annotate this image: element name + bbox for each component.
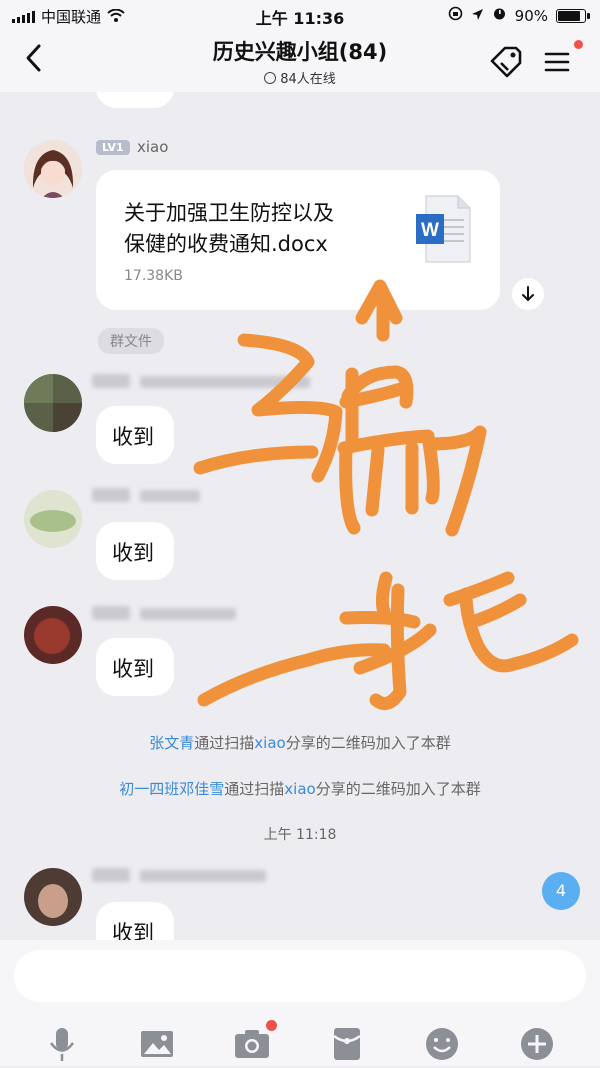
red-packet-button[interactable] bbox=[327, 1024, 367, 1064]
message-input[interactable] bbox=[14, 950, 586, 1002]
file-name-line2: 保健的收费通知.docx bbox=[124, 232, 328, 256]
avatar-member-4[interactable] bbox=[24, 868, 82, 926]
battery-icon bbox=[556, 8, 590, 23]
more-button[interactable] bbox=[517, 1024, 557, 1064]
message-bubble[interactable]: 收到 bbox=[96, 406, 174, 464]
tag-icon bbox=[490, 46, 522, 78]
image-icon bbox=[141, 1031, 173, 1057]
unread-count-badge[interactable]: 4 bbox=[542, 872, 580, 910]
online-icon bbox=[264, 72, 277, 84]
sender-title-redacted bbox=[140, 608, 236, 620]
status-bar: 中国联通 上午 11:36 90% bbox=[0, 0, 600, 30]
sharer-name[interactable]: xiao bbox=[284, 780, 315, 798]
message-bubble[interactable]: 收到 bbox=[96, 638, 174, 696]
file-size: 17.38KB bbox=[124, 268, 183, 284]
notice-text: 分享的二维码加入了本群 bbox=[285, 734, 451, 752]
notice-text: 通过扫描 bbox=[224, 780, 285, 798]
battery-percent: 90% bbox=[514, 6, 548, 25]
avatar-member-1[interactable] bbox=[24, 374, 82, 432]
emoji-button[interactable] bbox=[422, 1024, 462, 1064]
message-list[interactable]: LV1 xiao 关于加强卫生防控以及 保健的收费通知.docx 17.38KB… bbox=[0, 92, 600, 940]
image-button[interactable] bbox=[137, 1024, 177, 1064]
message-bubble-partial bbox=[96, 92, 174, 108]
menu-notification-dot bbox=[574, 40, 583, 49]
camera-notification-dot bbox=[266, 1020, 277, 1031]
online-count-label: 84人在线 bbox=[280, 72, 336, 87]
system-join-notice: 张文青通过扫描xiao分享的二维码加入了本群 bbox=[0, 732, 600, 753]
sender-title-redacted bbox=[140, 490, 200, 502]
system-join-notice: 初一四班邓佳雪通过扫描xiao分享的二维码加入了本群 bbox=[0, 778, 600, 799]
camera-button[interactable] bbox=[232, 1020, 277, 1064]
joined-member-name[interactable]: 初一四班邓佳雪 bbox=[119, 780, 224, 798]
alarm-icon bbox=[492, 6, 507, 25]
voice-button[interactable] bbox=[42, 1024, 82, 1064]
sender-name-redacted bbox=[92, 488, 130, 502]
notice-text: 分享的二维码加入了本群 bbox=[315, 780, 481, 798]
svg-text:W: W bbox=[421, 220, 439, 241]
message-timestamp: 上午 11:18 bbox=[263, 827, 337, 843]
download-button[interactable] bbox=[512, 278, 544, 310]
mic-icon bbox=[49, 1028, 75, 1061]
message-bubble[interactable]: 收到 bbox=[96, 902, 174, 940]
sender-name-redacted bbox=[92, 606, 130, 620]
sharer-name[interactable]: xiao bbox=[254, 734, 285, 752]
message-text: 收到 bbox=[112, 425, 154, 449]
sender-title-redacted bbox=[140, 376, 310, 388]
location-icon bbox=[471, 7, 484, 25]
chat-header: 历史兴趣小组(84) 84人在线 bbox=[0, 30, 600, 92]
level-badge: LV1 bbox=[96, 140, 130, 155]
orientation-lock-icon bbox=[448, 6, 463, 25]
message-text: 收到 bbox=[112, 541, 154, 565]
group-file-tag: 群文件 bbox=[98, 328, 164, 354]
group-tag-button[interactable] bbox=[488, 44, 524, 80]
notice-text: 通过扫描 bbox=[194, 734, 255, 752]
composer bbox=[0, 940, 600, 1066]
red-packet-icon bbox=[333, 1028, 361, 1060]
download-arrow-icon bbox=[522, 286, 534, 302]
avatar-member-3[interactable] bbox=[24, 606, 82, 664]
joined-member-name[interactable]: 张文青 bbox=[149, 734, 194, 752]
sender-title-redacted bbox=[140, 870, 266, 882]
message-text: 收到 bbox=[112, 921, 154, 940]
emoji-icon bbox=[426, 1028, 458, 1060]
input-toolbar bbox=[0, 1020, 600, 1064]
menu-icon bbox=[544, 52, 570, 72]
avatar-member-2[interactable] bbox=[24, 490, 82, 548]
sender-name-redacted bbox=[92, 868, 130, 882]
file-name-line1: 关于加强卫生防控以及 bbox=[124, 201, 334, 225]
message-text: 收到 bbox=[112, 657, 154, 681]
plus-icon bbox=[521, 1028, 553, 1060]
message-bubble[interactable]: 收到 bbox=[96, 522, 174, 580]
word-doc-icon: W bbox=[414, 194, 472, 264]
camera-icon bbox=[235, 1030, 269, 1058]
sender-name-xiao: xiao bbox=[137, 138, 169, 156]
file-message-card[interactable]: 关于加强卫生防控以及 保健的收费通知.docx 17.38KB W bbox=[96, 170, 500, 310]
avatar-xiao[interactable] bbox=[24, 140, 82, 198]
menu-button[interactable] bbox=[540, 40, 583, 80]
sender-name-redacted bbox=[92, 374, 130, 388]
